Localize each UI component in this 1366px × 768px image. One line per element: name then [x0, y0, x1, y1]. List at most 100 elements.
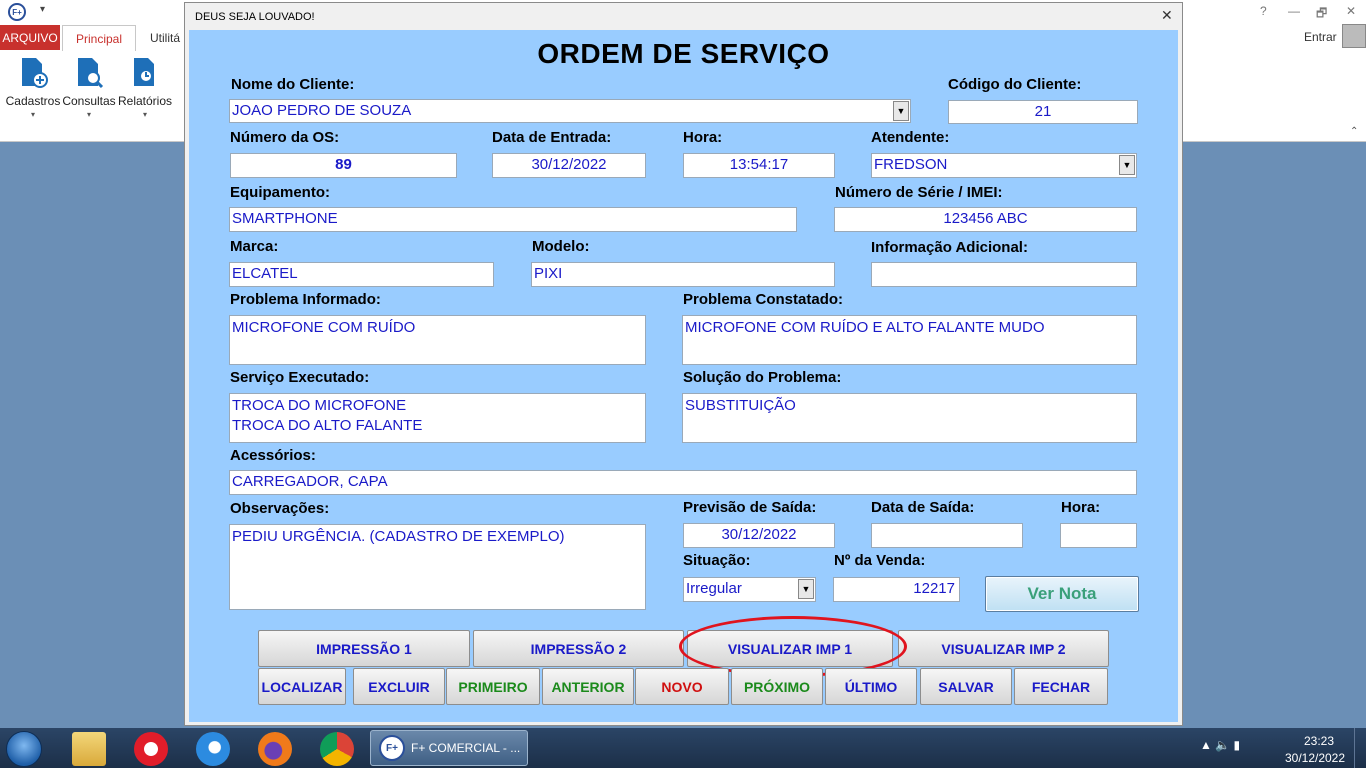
start-button[interactable] — [6, 731, 42, 767]
collapse-ribbon-icon[interactable]: ⌃ — [1350, 126, 1358, 137]
help-button[interactable]: ? — [1260, 4, 1267, 18]
acessorios-field[interactable]: CARREGADOR, CAPA — [229, 470, 1137, 495]
clock-date[interactable]: 30/12/2022 — [1280, 751, 1350, 765]
situacao-combobox[interactable]: Irregular ▼ — [683, 577, 816, 602]
atendente-combobox[interactable]: FREDSON ▼ — [871, 153, 1137, 178]
problema-constatado-label: Problema Constatado: — [683, 291, 844, 308]
atendente-label: Atendente: — [871, 129, 950, 146]
ultimo-button[interactable]: ÚLTIMO — [825, 668, 917, 705]
numero-venda-label: Nº da Venda: — [834, 552, 926, 569]
minimize-button[interactable]: — — [1288, 4, 1300, 18]
marca-label: Marca: — [230, 238, 279, 255]
dropdown-arrow-icon[interactable]: ▼ — [798, 579, 814, 599]
impressao-1-button[interactable]: IMPRESSÃO 1 — [258, 630, 470, 667]
data-saida-field[interactable] — [871, 523, 1023, 548]
numero-serie-label: Número de Série / IMEI: — [835, 184, 1003, 201]
report-icon — [134, 58, 154, 86]
hora-saida-field[interactable] — [1060, 523, 1137, 548]
localizar-button[interactable]: LOCALIZAR — [258, 668, 346, 705]
ribbon-cadastros-label: Cadastros — [5, 94, 61, 108]
hora-saida-label: Hora: — [1061, 499, 1101, 516]
restore-button[interactable]: 🗗 — [1316, 4, 1327, 25]
nome-cliente-combobox[interactable]: JOAO PEDRO DE SOUZA ▼ — [229, 99, 911, 123]
show-desktop-button[interactable] — [1354, 728, 1366, 768]
numero-venda-field[interactable]: 12217 — [833, 577, 960, 602]
previsao-saida-label: Previsão de Saída: — [683, 499, 817, 516]
situacao-label: Situação: — [683, 552, 751, 569]
previsao-saida-field[interactable]: 30/12/2022 — [683, 523, 835, 548]
quick-access-dropdown-icon[interactable]: ▾ — [40, 4, 45, 15]
data-entrada-field[interactable]: 30/12/2022 — [492, 153, 646, 178]
ribbon-consultas-label: Consultas — [62, 94, 116, 108]
dialog-close-button[interactable]: ✕ — [1161, 7, 1173, 24]
numero-serie-field[interactable]: 123456 ABC — [834, 207, 1137, 232]
codigo-cliente-label: Código do Cliente: — [948, 76, 1082, 93]
observacoes-field[interactable]: PEDIU URGÊNCIA. (CADASTRO DE EXEMPLO) — [229, 524, 646, 610]
problema-informado-label: Problema Informado: — [230, 291, 381, 308]
data-saida-label: Data de Saída: — [871, 499, 975, 516]
ribbon-cadastros-button[interactable]: Cadastros ▾ — [5, 56, 61, 126]
info-adicional-field[interactable] — [871, 262, 1137, 287]
numero-os-field[interactable]: 89 — [230, 153, 457, 178]
internet-explorer-icon[interactable] — [196, 732, 230, 766]
anterior-button[interactable]: ANTERIOR — [542, 668, 634, 705]
tab-arquivo[interactable]: ARQUIVO — [0, 25, 60, 50]
numero-os-label: Número da OS: — [230, 129, 340, 146]
hora-field[interactable]: 13:54:17 — [683, 153, 835, 178]
fcomercial-logo-icon: F+ — [379, 735, 405, 761]
taskbar-app-fcomercial[interactable]: F+ F+ COMERCIAL - ... — [370, 730, 528, 766]
tab-utilitarios[interactable]: Utilitá — [150, 25, 180, 50]
nome-cliente-value: JOAO PEDRO DE SOUZA — [232, 102, 412, 119]
ribbon-consultas-button[interactable]: Consultas ▾ — [61, 56, 117, 126]
user-avatar[interactable] — [1342, 24, 1366, 48]
fechar-button[interactable]: FECHAR — [1014, 668, 1108, 705]
salvar-button[interactable]: SALVAR — [920, 668, 1012, 705]
sign-in-link[interactable]: Entrar — [1304, 30, 1337, 44]
document-add-icon — [22, 58, 48, 88]
proximo-button[interactable]: PRÓXIMO — [731, 668, 823, 705]
excluir-button[interactable]: EXCLUIR — [353, 668, 445, 705]
situacao-value: Irregular — [686, 580, 742, 597]
problema-constatado-field[interactable]: MICROFONE COM RUÍDO E ALTO FALANTE MUDO — [682, 315, 1137, 365]
solucao-problema-field[interactable]: SUBSTITUIÇÃO — [682, 393, 1137, 443]
impressao-2-button[interactable]: IMPRESSÃO 2 — [473, 630, 684, 667]
servico-executado-field[interactable]: TROCA DO MICROFONE TROCA DO ALTO FALANTE — [229, 393, 646, 443]
novo-button[interactable]: NOVO — [635, 668, 729, 705]
dialog-window-title: DEUS SEJA LOUVADO! — [195, 11, 315, 23]
modelo-field[interactable]: PIXI — [531, 262, 835, 287]
nome-cliente-label: Nome do Cliente: — [231, 76, 355, 93]
primeiro-button[interactable]: PRIMEIRO — [446, 668, 540, 705]
servico-executado-label: Serviço Executado: — [230, 369, 370, 386]
firefox-icon[interactable] — [258, 732, 292, 766]
chrome-icon[interactable] — [320, 732, 354, 766]
atendente-value: FREDSON — [874, 156, 948, 173]
ver-nota-button[interactable]: Ver Nota — [985, 576, 1139, 612]
clock-time[interactable]: 23:23 — [1296, 734, 1342, 748]
chevron-down-icon: ▾ — [86, 110, 91, 119]
tab-principal[interactable]: Principal — [62, 25, 136, 51]
observacoes-label: Observações: — [230, 500, 330, 517]
info-adicional-label: Informação Adicional: — [871, 239, 1028, 256]
dropdown-arrow-icon[interactable]: ▼ — [1119, 155, 1135, 175]
solucao-problema-label: Solução do Problema: — [683, 369, 842, 386]
chevron-down-icon: ▾ — [142, 110, 147, 119]
ribbon-relatorios-button[interactable]: Relatórios ▾ — [117, 56, 173, 126]
file-explorer-icon[interactable] — [72, 732, 106, 766]
app-logo: F+ — [8, 3, 26, 21]
chevron-down-icon: ▾ — [30, 110, 35, 119]
marca-field[interactable]: ELCATEL — [229, 262, 494, 287]
codigo-cliente-field[interactable]: 21 — [948, 100, 1138, 124]
problema-informado-field[interactable]: MICROFONE COM RUÍDO — [229, 315, 646, 365]
close-button[interactable]: ✕ — [1346, 4, 1356, 18]
page-title: ORDEM DE SERVIÇO — [537, 38, 830, 69]
opera-icon[interactable] — [134, 732, 168, 766]
visualizar-imp-2-button[interactable]: VISUALIZAR IMP 2 — [898, 630, 1109, 667]
service-order-form: ORDEM DE SERVIÇO Nome do Cliente: JOAO P… — [189, 30, 1178, 722]
modelo-label: Modelo: — [532, 238, 590, 255]
equipamento-field[interactable]: SMARTPHONE — [229, 207, 797, 232]
equipamento-label: Equipamento: — [230, 184, 330, 201]
taskbar-app-label: F+ COMERCIAL - ... — [411, 741, 521, 755]
document-search-icon — [78, 58, 104, 89]
system-tray-icons[interactable]: ▲ 🔈 ▮ — [1200, 738, 1240, 752]
dropdown-arrow-icon[interactable]: ▼ — [893, 101, 909, 121]
